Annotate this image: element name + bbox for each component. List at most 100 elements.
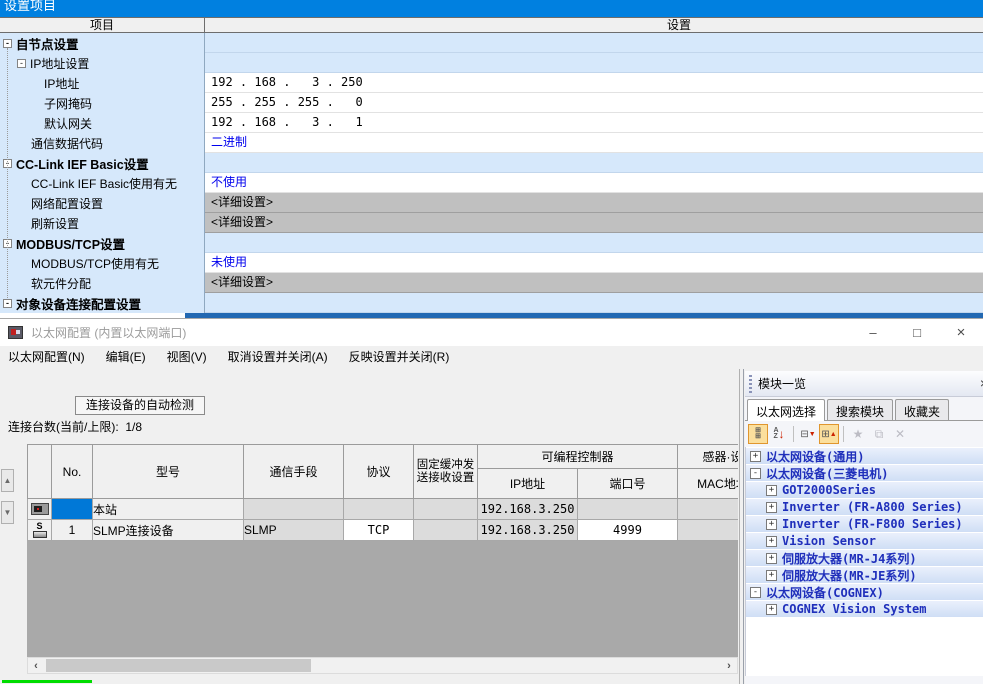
view-outline-icon[interactable]: ⊞⊞ <box>748 424 768 444</box>
cell-comm[interactable] <box>244 499 344 520</box>
cell-protocol[interactable] <box>344 499 414 520</box>
device-table-row[interactable]: S1SLMP连接设备SLMPTCP 192.168.3.2504999 <box>28 520 739 541</box>
tree-item[interactable]: +Vision Sensor <box>746 533 983 550</box>
minimize-button[interactable]: – <box>851 320 895 346</box>
settings-row[interactable]: IP地址192 . 168 . 3 . 250 <box>0 73 983 93</box>
settings-value[interactable]: 192 . 168 . 3 . 250 <box>205 73 983 93</box>
settings-row[interactable]: 通信数据代码二进制 <box>0 133 983 153</box>
settings-item-label: MODBUS/TCP使用有无 <box>0 253 205 273</box>
collapse-tree-icon[interactable]: ⊟▼ <box>798 424 818 444</box>
tree-item[interactable]: +Inverter (FR-F800 Series) <box>746 516 983 533</box>
cell-model[interactable]: 本站 <box>93 499 244 520</box>
settings-pane-title: 设置项目 <box>4 0 983 14</box>
auto-detect-button[interactable]: 连接设备的自动检测 <box>75 396 205 415</box>
tree-expand-icon[interactable]: + <box>766 519 777 530</box>
settings-value[interactable]: 未使用 <box>205 253 983 273</box>
cell-port[interactable] <box>578 499 678 520</box>
settings-row[interactable]: 网络配置设置<详细设置> <box>0 193 983 213</box>
cell-mac-address[interactable] <box>678 520 738 541</box>
tree-expand-icon[interactable]: + <box>766 604 777 615</box>
tree-item[interactable]: +COGNEX Vision System <box>746 601 983 618</box>
tree-item[interactable]: -以太网设备(COGNEX) <box>746 584 983 601</box>
tree-collapse-icon[interactable]: - <box>750 468 761 479</box>
settings-row[interactable]: 默认网关192 . 168 . 3 . 1 <box>0 113 983 133</box>
maximize-button[interactable]: □ <box>895 320 939 346</box>
settings-value[interactable]: <详细设置> <box>205 273 983 293</box>
scroll-right-icon[interactable]: › <box>721 660 737 672</box>
settings-value[interactable]: 255 . 255 . 255 . 0 <box>205 93 983 113</box>
settings-row[interactable]: -对象设备连接配置设置 <box>0 293 983 313</box>
pane-splitter[interactable] <box>739 369 744 684</box>
tree-expand-icon[interactable]: + <box>766 570 777 581</box>
cell-no[interactable]: 1 <box>52 520 93 541</box>
settings-value[interactable]: <详细设置> <box>205 213 983 233</box>
tree-item[interactable]: +伺服放大器(MR-JE系列) <box>746 567 983 584</box>
tree-expand-icon[interactable]: + <box>766 536 777 547</box>
settings-item-label: CC-Link IEF Basic使用有无 <box>0 173 205 193</box>
settings-table-header: 项目 设置 <box>0 17 983 33</box>
settings-value[interactable]: 192 . 168 . 3 . 1 <box>205 113 983 133</box>
cell-fixed-buffer[interactable] <box>414 520 478 541</box>
tree-collapse-icon[interactable]: - <box>3 299 12 308</box>
device-table-row[interactable]: 本站 192.168.3.250 <box>28 499 739 520</box>
tree-expand-icon[interactable]: + <box>766 485 777 496</box>
tree-item[interactable]: -以太网设备(三菱电机) <box>746 465 983 482</box>
tree-collapse-icon[interactable]: - <box>17 59 26 68</box>
menu-item[interactable]: 以太网配置(N) <box>8 346 85 369</box>
settings-row[interactable]: -IP地址设置 <box>0 53 983 73</box>
settings-row[interactable]: CC-Link IEF Basic使用有无不使用 <box>0 173 983 193</box>
scrollbar-thumb[interactable] <box>46 659 311 672</box>
settings-row[interactable]: 软元件分配<详细设置> <box>0 273 983 293</box>
expand-tree-icon[interactable]: ⊞▲ <box>819 424 839 444</box>
panel-header[interactable]: 模块一览 × <box>745 371 983 397</box>
cell-port[interactable]: 4999 <box>578 520 678 541</box>
settings-value[interactable]: 不使用 <box>205 173 983 193</box>
settings-value[interactable]: <详细设置> <box>205 193 983 213</box>
tree-collapse-icon[interactable]: - <box>3 39 12 48</box>
menu-item[interactable]: 取消设置并关闭(A) <box>228 346 328 369</box>
tree-item[interactable]: +GOT2000Series <box>746 482 983 499</box>
cell-ip-address[interactable]: 192.168.3.250 <box>478 499 578 520</box>
toolbar-separator <box>843 426 844 442</box>
cell-model[interactable]: SLMP连接设备 <box>93 520 244 541</box>
settings-row[interactable]: -MODBUS/TCP设置 <box>0 233 983 253</box>
settings-row[interactable]: -自节点设置 <box>0 33 983 53</box>
cell-no[interactable] <box>52 499 93 520</box>
column-header-item: 项目 <box>0 18 205 32</box>
close-button[interactable]: × <box>939 320 983 346</box>
window-title-bar[interactable]: 以太网配置 (内置以太网端口) – □ × <box>0 319 983 346</box>
tree-item[interactable]: +以太网设备(通用) <box>746 448 983 465</box>
menu-item[interactable]: 编辑(E) <box>106 346 146 369</box>
cell-comm[interactable]: SLMP <box>244 520 344 541</box>
settings-row[interactable]: 刷新设置<详细设置> <box>0 213 983 233</box>
tree-expand-icon[interactable]: + <box>766 553 777 564</box>
col-header-no: No. <box>52 445 93 499</box>
window-title: 以太网配置 (内置以太网端口) <box>31 324 851 341</box>
tree-item[interactable]: +Inverter (FR-A800 Series) <box>746 499 983 516</box>
cell-protocol[interactable]: TCP <box>344 520 414 541</box>
cell-mac-address[interactable] <box>678 499 738 520</box>
cell-fixed-buffer[interactable] <box>414 499 478 520</box>
settings-row[interactable]: -CC-Link IEF Basic设置 <box>0 153 983 173</box>
panel-grip-icon[interactable] <box>749 375 752 393</box>
menu-item[interactable]: 视图(V) <box>167 346 207 369</box>
horizontal-scrollbar[interactable]: ‹ › <box>27 657 738 674</box>
menu-item[interactable]: 反映设置并关闭(R) <box>349 346 450 369</box>
move-row-down-button[interactable]: ▼ <box>1 501 14 524</box>
row-selector-cell[interactable]: S <box>28 520 52 541</box>
tree-expand-icon[interactable]: + <box>766 502 777 513</box>
settings-value[interactable]: 二进制 <box>205 133 983 153</box>
settings-row[interactable]: MODBUS/TCP使用有无未使用 <box>0 253 983 273</box>
row-selector-cell[interactable] <box>28 499 52 520</box>
tree-expand-icon[interactable]: + <box>750 451 761 462</box>
tab-active[interactable]: 以太网选择 <box>747 399 825 421</box>
tree-collapse-icon[interactable]: - <box>750 587 761 598</box>
tree-item[interactable]: +伺服放大器(MR-J4系列) <box>746 550 983 567</box>
sort-az-icon[interactable]: AZ↓ <box>769 424 789 444</box>
cell-ip-address[interactable]: 192.168.3.250 <box>478 520 578 541</box>
tab-inactive[interactable]: 搜索模块 <box>827 399 893 420</box>
settings-row[interactable]: 子网掩码255 . 255 . 255 . 0 <box>0 93 983 113</box>
move-row-up-button[interactable]: ▲ <box>1 469 14 492</box>
tab-inactive[interactable]: 收藏夹 <box>895 399 949 420</box>
scroll-left-icon[interactable]: ‹ <box>28 660 44 672</box>
